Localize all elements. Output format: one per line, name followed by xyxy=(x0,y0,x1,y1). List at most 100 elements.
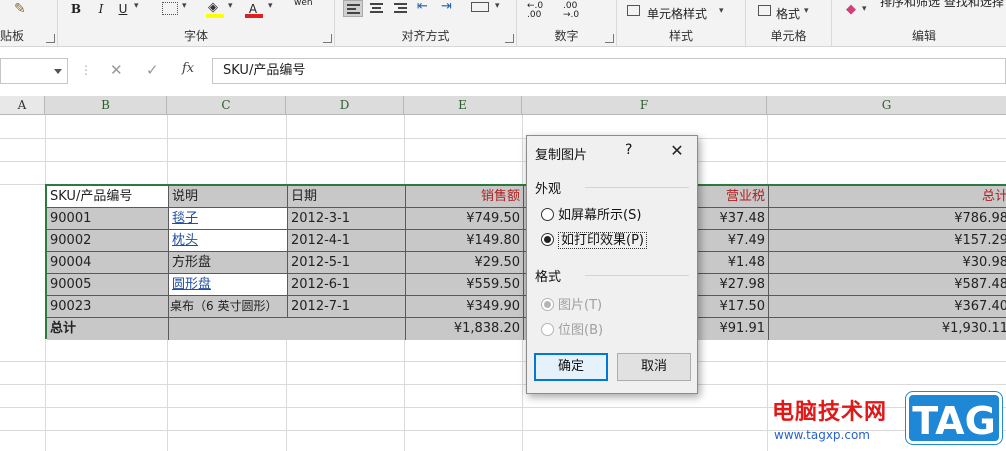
header-cell-sales[interactable]: 销售额 xyxy=(406,186,524,208)
column-header-g[interactable]: G xyxy=(767,96,1006,115)
font-color-dropdown-icon[interactable]: ▾ xyxy=(268,1,273,11)
clipboard-launcher-icon[interactable] xyxy=(46,34,55,43)
border-dropdown-icon[interactable]: ▾ xyxy=(182,1,187,11)
enter-formula-icon[interactable]: ✓ xyxy=(146,61,159,79)
group-divider xyxy=(585,187,689,188)
merge-dropdown-icon[interactable]: ▾ xyxy=(495,1,500,11)
total-sales-cell[interactable]: ¥1,838.20 xyxy=(406,318,524,340)
column-header-f[interactable]: F xyxy=(522,96,767,115)
border-icon[interactable] xyxy=(162,2,178,15)
cancel-formula-icon[interactable]: ✕ xyxy=(110,61,123,79)
copy-picture-dialog: 复制图片 ? ✕ 外观 如屏幕所示(S) 如打印效果(P) 格式 图片(T) 位… xyxy=(526,135,698,394)
table-cell[interactable]: ¥157.29 xyxy=(769,230,1006,252)
formula-input[interactable]: SKU/产品编号 xyxy=(212,58,1006,84)
table-cell[interactable]: ¥367.40 xyxy=(769,296,1006,318)
table-cell[interactable]: 90005 xyxy=(47,274,169,296)
table-cell[interactable]: ¥587.48 xyxy=(769,274,1006,296)
total-label-cell[interactable]: 总计 xyxy=(47,318,169,340)
italic-button[interactable]: I xyxy=(94,0,108,20)
font-group-label: 字体 xyxy=(183,29,208,43)
table-cell[interactable]: ¥749.50 xyxy=(406,208,524,230)
cancel-button[interactable]: 取消 xyxy=(617,353,691,381)
column-header-a[interactable]: A xyxy=(0,96,45,115)
table-cell[interactable]: ¥786.98 xyxy=(769,208,1006,230)
format-painter-icon[interactable]: ✎ xyxy=(14,1,26,17)
column-header-e[interactable]: E xyxy=(404,96,522,115)
font-launcher-icon[interactable] xyxy=(323,34,332,43)
table-cell[interactable]: 90002 xyxy=(47,230,169,252)
formula-bar-grip[interactable]: ⋮ xyxy=(80,63,92,79)
table-cell-link[interactable]: 枕头 xyxy=(169,230,288,252)
radio-picture: 图片(T) xyxy=(541,294,602,313)
ok-button[interactable]: 确定 xyxy=(534,353,608,381)
format-button[interactable]: 格式 xyxy=(776,5,800,22)
decrease-indent-icon[interactable]: ⇤ xyxy=(417,0,428,14)
table-cell[interactable]: 方形盘 xyxy=(169,252,288,274)
cell-style-button[interactable]: 单元格样式 xyxy=(647,5,707,22)
name-box[interactable] xyxy=(0,58,68,84)
radio-as-shown-on-screen[interactable]: 如屏幕所示(S) xyxy=(541,204,641,223)
header-cell-desc[interactable]: 说明 xyxy=(169,186,288,208)
clear-dropdown-icon[interactable]: ▾ xyxy=(862,4,867,14)
table-cell-link[interactable]: 圆形盘 xyxy=(169,274,288,296)
excel-window: ✎ 贴板 B I U ▾ ▾ ◈ ▾ A ▾ wén 字体 ⇤ ⇥ ▾ 对齐方式… xyxy=(0,0,1006,451)
radio-selected-icon xyxy=(541,298,554,311)
radio-as-shown-when-printed[interactable]: 如打印效果(P) xyxy=(541,229,647,249)
table-cell[interactable]: ¥559.50 xyxy=(406,274,524,296)
table-cell[interactable]: 2012-5-1 xyxy=(288,252,406,274)
header-cell-total[interactable]: 总计 xyxy=(769,186,1006,208)
insert-function-icon[interactable]: fx xyxy=(182,61,194,76)
table-cell[interactable]: ¥149.80 xyxy=(406,230,524,252)
table-cell[interactable]: 2012-6-1 xyxy=(288,274,406,296)
table-cell[interactable]: 2012-7-1 xyxy=(288,296,406,318)
table-cell[interactable]: 2012-3-1 xyxy=(288,208,406,230)
name-box-dropdown-icon[interactable] xyxy=(54,69,62,74)
table-cell[interactable]: ¥349.90 xyxy=(406,296,524,318)
table-cell[interactable]: ¥29.50 xyxy=(406,252,524,274)
increase-indent-icon[interactable]: ⇥ xyxy=(441,0,452,14)
editing-group-label: 编辑 xyxy=(912,29,937,43)
bold-button[interactable]: B xyxy=(68,0,84,20)
cells-group-label: 单元格 xyxy=(770,29,807,43)
total-empty-cell[interactable] xyxy=(169,318,406,340)
table-cell[interactable]: 90023 xyxy=(47,296,169,318)
table-cell[interactable]: 2012-4-1 xyxy=(288,230,406,252)
underline-button[interactable]: U xyxy=(116,0,130,20)
table-cell[interactable]: ¥30.98 xyxy=(769,252,1006,274)
align-left-icon[interactable] xyxy=(343,0,363,17)
close-icon[interactable]: ✕ xyxy=(665,139,689,163)
group-divider xyxy=(585,275,689,276)
merge-center-icon[interactable] xyxy=(471,2,489,12)
cell-style-dropdown-icon[interactable]: ▾ xyxy=(719,6,724,16)
table-cell[interactable]: 桌布（6 英寸圆形） xyxy=(169,296,288,318)
dialog-title: 复制图片 xyxy=(535,148,588,163)
grid-line xyxy=(0,361,1006,362)
sort-filter-button[interactable]: 排序和筛选 查找和选择 xyxy=(880,0,1004,10)
format-group-label: 格式 xyxy=(535,270,562,285)
number-launcher-icon[interactable] xyxy=(605,34,614,43)
underline-dropdown-icon[interactable]: ▾ xyxy=(134,1,139,11)
header-cell-sku[interactable]: SKU/产品编号 xyxy=(47,186,169,208)
total-sum-cell[interactable]: ¥1,930.11 xyxy=(769,318,1006,340)
help-icon[interactable]: ? xyxy=(625,142,632,158)
table-cell[interactable]: 90001 xyxy=(47,208,169,230)
increase-decimal-icon[interactable]: ←.0.00 xyxy=(527,2,543,20)
grid-line xyxy=(0,161,1006,162)
alignment-launcher-icon[interactable] xyxy=(505,34,514,43)
table-cell[interactable]: 90004 xyxy=(47,252,169,274)
column-header-d[interactable]: D xyxy=(286,96,404,115)
styles-group-label: 样式 xyxy=(668,29,693,43)
align-right-icon[interactable] xyxy=(391,0,411,17)
column-header-b[interactable]: B xyxy=(45,96,167,115)
header-cell-date[interactable]: 日期 xyxy=(288,186,406,208)
font-group: B I U ▾ ▾ ◈ ▾ A ▾ wén 字体 xyxy=(58,0,335,47)
phonetic-button[interactable]: wén xyxy=(294,0,313,8)
column-header-c[interactable]: C xyxy=(167,96,286,115)
clear-eraser-icon[interactable]: ◆ xyxy=(846,2,856,17)
table-cell-link[interactable]: 毯子 xyxy=(169,208,288,230)
align-center-icon[interactable] xyxy=(367,0,387,17)
fill-dropdown-icon[interactable]: ▾ xyxy=(228,1,233,11)
format-dropdown-icon[interactable]: ▾ xyxy=(804,6,809,16)
decrease-decimal-icon[interactable]: .00 →.0 xyxy=(563,2,579,20)
fill-color-icon[interactable]: ◈ xyxy=(208,0,218,15)
